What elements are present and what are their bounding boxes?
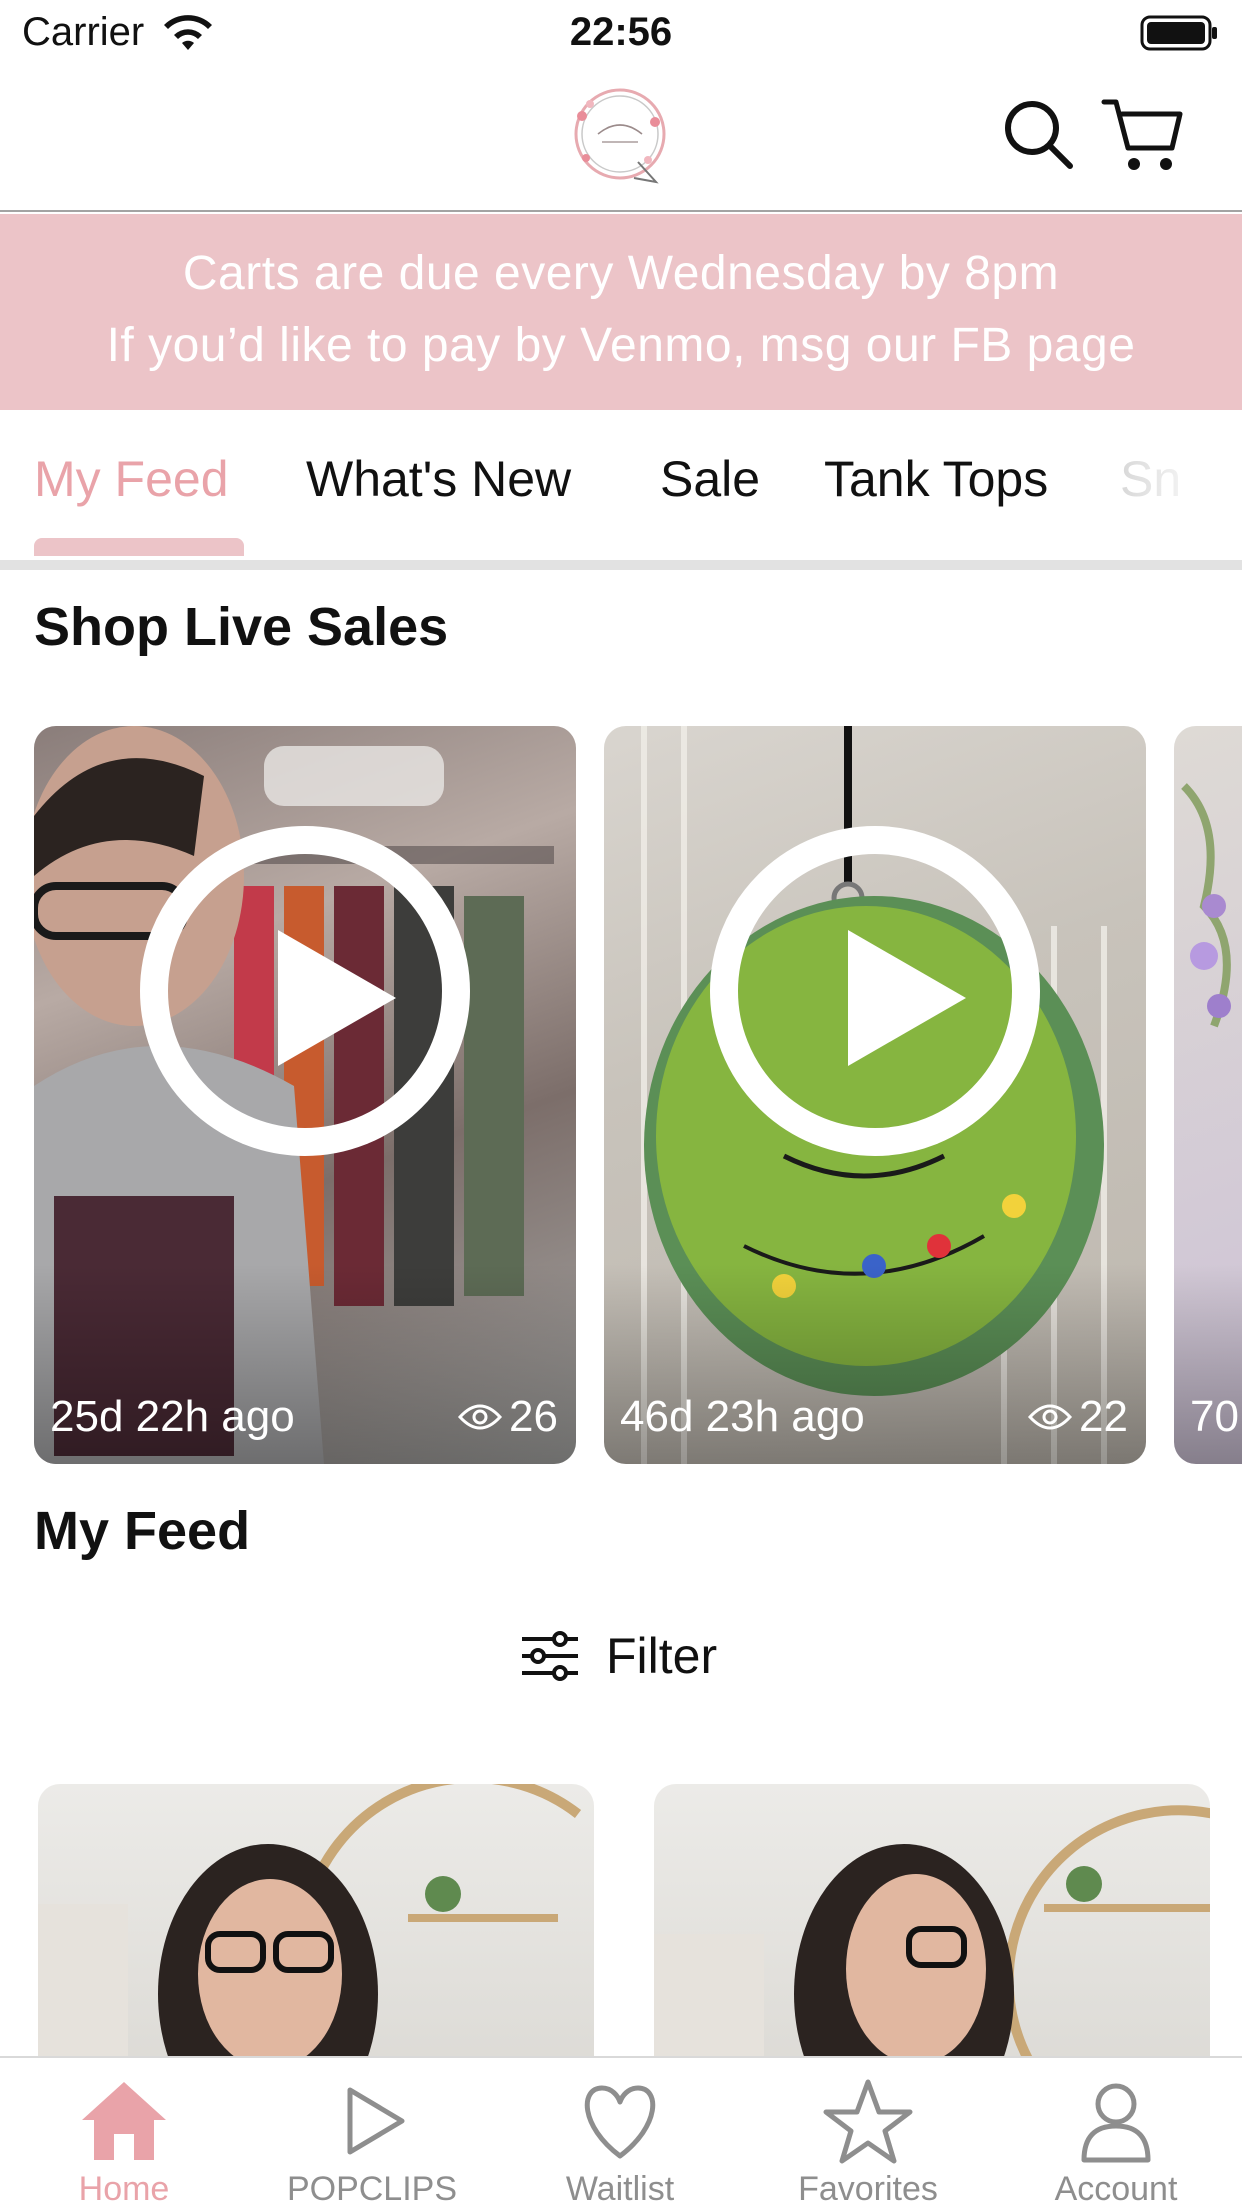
live-sale-views: 22 [1027,1392,1128,1442]
battery-icon [1140,15,1217,51]
category-tabs: My Feed What's New Sale Tank Tops Sn [0,410,1242,570]
tabbar-home-label: Home [78,2170,170,2208]
feed-item[interactable] [38,1784,594,2084]
tabbar-account[interactable]: Account [992,2058,1240,2208]
tab-sale[interactable]: Sale [660,450,760,508]
live-sale-views: 26 [457,1392,558,1442]
announcement-banner: Carts are due every Wednesday by 8pm If … [0,214,1242,410]
tabbar-favorites-label: Favorites [798,2170,938,2208]
eye-icon [1028,1404,1073,1430]
heart-icon [584,2085,656,2159]
live-sale-card[interactable]: 46d 23h ago 22 [604,726,1146,1464]
tabs-fade [1100,410,1242,550]
live-sales-carousel: 25d 22h ago 26 46d 23h ago 22 70 [0,726,1242,1466]
live-sale-view-count: 26 [509,1392,558,1441]
live-sale-age: 25d 22h ago [50,1392,295,1441]
play-icon[interactable] [710,826,1040,1156]
tabbar-popclips[interactable]: POPCLIPS [248,2058,496,2208]
person-icon [1081,2083,1151,2163]
brand-logo[interactable] [560,82,680,192]
search-icon[interactable] [1000,96,1076,172]
product-image [38,1784,582,2084]
filter-button[interactable]: Filter [520,1626,717,1686]
feed-item[interactable] [654,1784,1210,2084]
app-header [0,66,1242,212]
active-tab-indicator [34,538,244,556]
filter-icon [522,1631,578,1681]
status-time: 22:56 [569,10,673,54]
filter-label: Filter [606,1628,718,1684]
tabbar-account-label: Account [1054,2170,1178,2208]
tabs-divider [0,560,1242,570]
eye-icon [458,1404,503,1430]
play-icon [347,2087,405,2155]
bottom-tab-bar: Home POPCLIPS Waitlist Favorites Account [0,2056,1242,2208]
live-sale-card[interactable]: 70 [1174,726,1242,1464]
product-image [654,1805,1210,2084]
live-sale-age: 46d 23h ago [620,1392,865,1441]
live-sale-age: 70 [1190,1392,1239,1441]
live-sales-title: Shop Live Sales [34,597,449,657]
play-icon[interactable] [140,826,470,1156]
cart-icon[interactable] [1100,92,1186,178]
banner-line-1: Carts are due every Wednesday by 8pm [182,247,1060,300]
tab-whats-new[interactable]: What's New [306,450,571,508]
tabbar-popclips-label: POPCLIPS [286,2170,458,2208]
tabbar-waitlist[interactable]: Waitlist [496,2058,744,2208]
tab-my-feed[interactable]: My Feed [34,450,229,508]
live-sale-card[interactable]: 25d 22h ago 26 [34,726,576,1464]
home-icon [82,2082,166,2160]
tabbar-home[interactable]: Home [0,2058,248,2208]
feed-title: My Feed [34,1501,251,1561]
tabbar-favorites[interactable]: Favorites [744,2058,992,2208]
tabbar-waitlist-label: Waitlist [565,2170,675,2208]
banner-line-2: If you’d like to pay by Venmo, msg our F… [106,319,1136,372]
star-icon [823,2079,913,2164]
status-bar: Carrier 22:56 [0,0,1242,66]
live-sale-view-count: 22 [1079,1392,1128,1441]
tab-tank-tops[interactable]: Tank Tops [824,450,1048,508]
